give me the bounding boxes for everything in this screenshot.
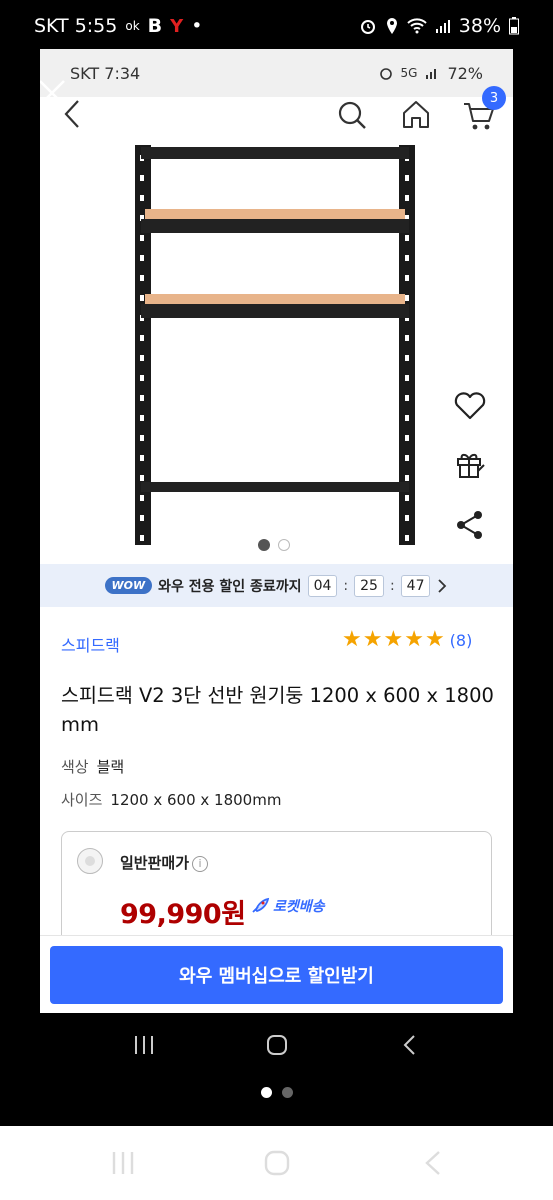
alarm-icon <box>360 20 375 34</box>
size-label: 사이즈 <box>61 791 103 809</box>
product-title: 스피드랙 V2 3단 선반 원기둥 1200 x 600 x 1800 mm <box>61 684 494 736</box>
wow-discount-countdown-bar[interactable]: WOW 와우 전용 할인 종료까지 04 : 25 : 47 <box>40 564 513 607</box>
info-icon[interactable]: i <box>192 856 209 872</box>
wifi-icon <box>407 18 427 34</box>
back-nav-icon-faded[interactable] <box>424 1150 442 1176</box>
inner-network: 5G <box>400 66 418 80</box>
signal-icon <box>435 20 450 33</box>
recent-apps-icon[interactable] <box>133 1035 155 1055</box>
review-count[interactable]: (8) <box>450 631 473 650</box>
wow-badge: WOW <box>104 577 153 594</box>
location-icon <box>386 18 397 34</box>
b-app-icon: B <box>147 15 163 37</box>
countdown-colon: : <box>343 577 349 594</box>
share-icon[interactable] <box>454 509 486 541</box>
price-value: 99,990원 <box>120 899 246 930</box>
search-icon[interactable] <box>336 99 368 131</box>
outer-time: SKT 5:55 <box>34 15 118 37</box>
countdown-seconds: 47 <box>400 574 431 597</box>
price-option-radio[interactable] <box>77 848 103 874</box>
gift-icon[interactable] <box>454 449 486 479</box>
size-option[interactable]: 사이즈 1200 x 600 x 1800mm <box>61 789 281 810</box>
pager-dot[interactable] <box>281 1087 293 1098</box>
inner-status-bar: SKT 7:34 5G 72% <box>40 49 513 97</box>
cart-count-badge: 3 <box>482 86 506 110</box>
countdown-colon: : <box>389 577 395 594</box>
inner-alarm-icon <box>379 68 392 80</box>
bottom-action-bar: 와우 멤버십으로 할인받기 <box>40 935 513 1013</box>
recent-apps-icon-faded[interactable] <box>110 1150 136 1176</box>
app-notification-icon: Y <box>170 15 184 37</box>
star-icon: ★ <box>404 627 424 652</box>
coupang-product-screenshot: SKT 7:34 5G 72% 3 WOW 와우 전용 할인 종료까지 04:… <box>40 49 513 1013</box>
phone-screen: SKT 5:55 ok B Y • 38% SKT 7:34 5G 72% 3 … <box>0 0 553 1200</box>
countdown-minutes: 25 <box>354 574 384 597</box>
rocket-delivery-badge: 로켓배송 <box>250 896 325 916</box>
color-value: 블랙 <box>96 758 125 776</box>
star-icon: ★ <box>362 627 383 652</box>
home-nav-icon-faded[interactable] <box>264 1150 290 1176</box>
color-label: 색상 <box>61 758 89 776</box>
wow-countdown-text: 와우 전용 할인 종료까지 <box>158 578 302 595</box>
gallery-dot-active[interactable] <box>258 539 270 551</box>
pager-dot-active[interactable] <box>260 1087 272 1098</box>
gallery-dot[interactable] <box>278 539 290 551</box>
inner-signal-icon <box>426 69 437 79</box>
size-value: 1200 x 600 x 1800mm <box>110 791 282 809</box>
brand-link[interactable]: 스피드랙 <box>61 632 120 656</box>
system-nav-bar <box>0 1013 553 1077</box>
back-nav-icon[interactable] <box>402 1034 418 1056</box>
close-icon[interactable] <box>40 77 68 109</box>
outer-battery-percent: 38% <box>458 15 501 37</box>
outer-status-bar: SKT 5:55 ok B Y • 38% <box>0 0 553 52</box>
home-icon[interactable] <box>400 99 432 129</box>
battery-icon <box>509 17 519 35</box>
star-icon: ★ <box>342 627 362 652</box>
product-image-shelf[interactable] <box>135 145 415 550</box>
bottom-nav-area <box>0 1126 553 1200</box>
inner-battery-percent: 72% <box>447 63 483 83</box>
wishlist-heart-icon[interactable] <box>453 391 487 421</box>
color-option[interactable]: 색상 블랙 <box>61 756 124 777</box>
screenshot-pager <box>0 1087 553 1098</box>
countdown-hours: 04 <box>307 574 338 597</box>
home-nav-icon[interactable] <box>266 1034 288 1056</box>
star-icon: ★ <box>383 627 404 652</box>
rating-stars[interactable]: ★ ★ ★ ★ ★ (8) <box>342 629 472 651</box>
seller-price-label: 일반판매가 i <box>120 852 209 873</box>
ok-indicator: ok <box>125 19 140 33</box>
star-icon: ★ <box>424 627 445 652</box>
wow-membership-discount-button[interactable]: 와우 멤버십으로 할인받기 <box>50 946 503 1004</box>
chevron-right-icon <box>438 578 447 593</box>
gallery-pagination <box>258 539 290 551</box>
more-notifications-dot: • <box>191 15 203 37</box>
inner-time: SKT 7:34 <box>70 63 141 83</box>
rocket-icon <box>252 897 270 913</box>
